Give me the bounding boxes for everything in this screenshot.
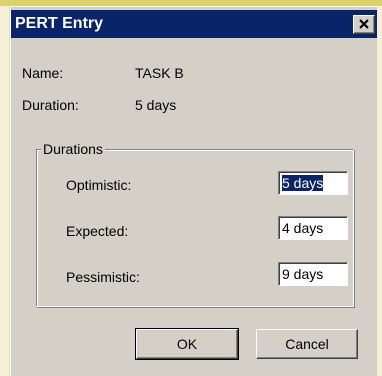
optimistic-label: Optimistic: xyxy=(66,177,132,193)
duration-label: Duration: xyxy=(22,97,79,113)
optimistic-input-value: 5 days xyxy=(282,175,324,191)
pessimistic-label: Pessimistic: xyxy=(66,269,140,285)
close-button[interactable] xyxy=(353,15,375,34)
name-value: TASK B xyxy=(135,65,184,81)
name-label: Name: xyxy=(22,65,64,81)
cancel-button[interactable]: Cancel xyxy=(256,329,358,359)
expected-input[interactable]: 4 days xyxy=(278,216,348,240)
durations-group-label: Durations xyxy=(41,140,105,158)
pert-entry-dialog: PERT Entry Name: TASK B Duration: 5 days… xyxy=(10,6,377,376)
backdrop-right-strip xyxy=(377,6,382,376)
ok-button[interactable]: OK xyxy=(135,328,239,360)
backdrop-left-strip xyxy=(0,6,10,376)
expected-input-value: 4 days xyxy=(282,220,324,236)
pessimistic-input-value: 9 days xyxy=(282,266,324,282)
duration-value: 5 days xyxy=(135,97,177,113)
title-bar[interactable]: PERT Entry xyxy=(11,10,377,38)
window-title: PERT Entry xyxy=(15,15,104,32)
expected-label: Expected: xyxy=(66,223,129,239)
pessimistic-input[interactable]: 9 days xyxy=(278,262,348,286)
close-icon xyxy=(359,19,369,29)
optimistic-input[interactable]: 5 days xyxy=(278,171,348,195)
